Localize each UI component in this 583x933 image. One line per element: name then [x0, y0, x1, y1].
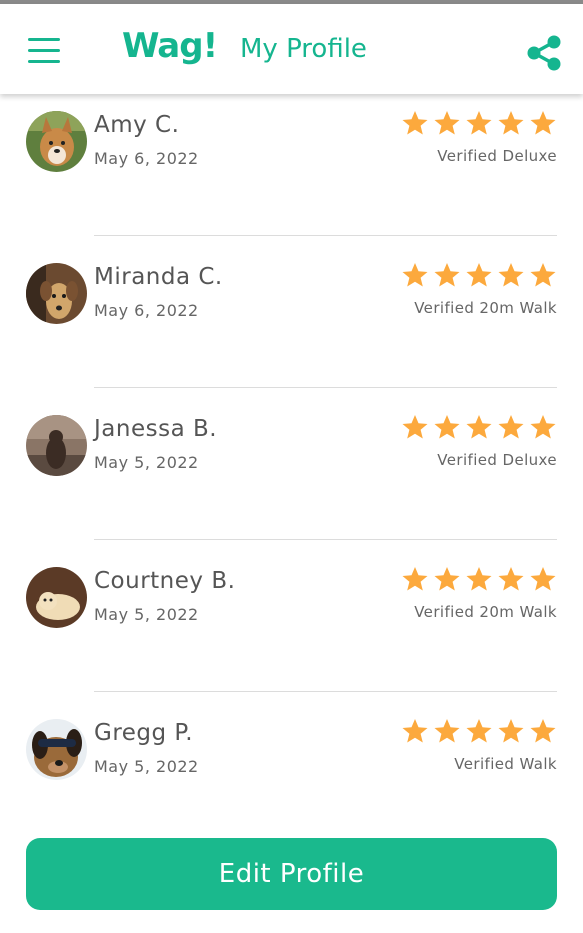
- edit-profile-button[interactable]: Edit Profile: [26, 838, 557, 910]
- avatar: [26, 111, 87, 172]
- star-rating: [397, 717, 557, 747]
- star-icon: [498, 111, 524, 135]
- star-icon: [530, 719, 556, 743]
- star-icon: [466, 719, 492, 743]
- avatar: [26, 263, 87, 324]
- divider: [94, 539, 557, 540]
- star-icon: [402, 263, 428, 287]
- review-date: May 5, 2022: [94, 605, 199, 624]
- avatar: [26, 415, 87, 476]
- star-icon: [402, 719, 428, 743]
- star-rating: [397, 413, 557, 443]
- star-icon: [466, 415, 492, 439]
- star-icon: [466, 263, 492, 287]
- star-rating: [397, 109, 557, 139]
- star-icon: [498, 415, 524, 439]
- star-icon: [530, 415, 556, 439]
- star-icon: [530, 111, 556, 135]
- verified-service: Verified Deluxe: [437, 147, 557, 165]
- star-icon: [498, 719, 524, 743]
- star-rating: [397, 565, 557, 595]
- divider: [94, 691, 557, 692]
- reviewer-name: Gregg P.: [94, 720, 194, 746]
- review-item: Miranda C. May 6, 2022 Verified 20m Walk: [0, 246, 583, 398]
- star-icon: [402, 111, 428, 135]
- review-item: Gregg P. May 5, 2022 Verified Walk: [0, 702, 583, 854]
- star-rating: [397, 261, 557, 291]
- star-icon: [434, 111, 460, 135]
- share-icon[interactable]: [524, 34, 564, 72]
- verified-service: Verified 20m Walk: [414, 603, 557, 621]
- star-icon: [434, 263, 460, 287]
- verified-service: Verified Deluxe: [437, 451, 557, 469]
- star-icon: [434, 719, 460, 743]
- page-title: My Profile: [240, 34, 367, 64]
- review-item: Courtney B. May 5, 2022 Verified 20m Wal…: [0, 550, 583, 702]
- star-icon: [498, 263, 524, 287]
- review-date: May 5, 2022: [94, 757, 199, 776]
- wag-logo: Wag!: [122, 26, 218, 66]
- review-date: May 5, 2022: [94, 453, 199, 472]
- review-item: Amy C. May 6, 2022 Verified Deluxe: [0, 94, 583, 246]
- reviewer-name: Amy C.: [94, 112, 180, 138]
- review-date: May 6, 2022: [94, 149, 199, 168]
- app-bar: Wag! My Profile: [0, 4, 583, 94]
- star-icon: [530, 567, 556, 591]
- star-icon: [434, 415, 460, 439]
- reviewer-name: Miranda C.: [94, 264, 223, 290]
- review-date: May 6, 2022: [94, 301, 199, 320]
- reviewer-name: Janessa B.: [94, 416, 218, 442]
- star-icon: [466, 567, 492, 591]
- reviewer-name: Courtney B.: [94, 568, 236, 594]
- divider: [94, 387, 557, 388]
- menu-icon[interactable]: [28, 38, 62, 64]
- star-icon: [466, 111, 492, 135]
- divider: [94, 235, 557, 236]
- star-icon: [434, 567, 460, 591]
- avatar: [26, 719, 87, 780]
- verified-service: Verified Walk: [454, 755, 557, 773]
- star-icon: [530, 263, 556, 287]
- review-item: Janessa B. May 5, 2022 Verified Deluxe: [0, 398, 583, 550]
- avatar: [26, 567, 87, 628]
- verified-service: Verified 20m Walk: [414, 299, 557, 317]
- star-icon: [498, 567, 524, 591]
- star-icon: [402, 415, 428, 439]
- star-icon: [402, 567, 428, 591]
